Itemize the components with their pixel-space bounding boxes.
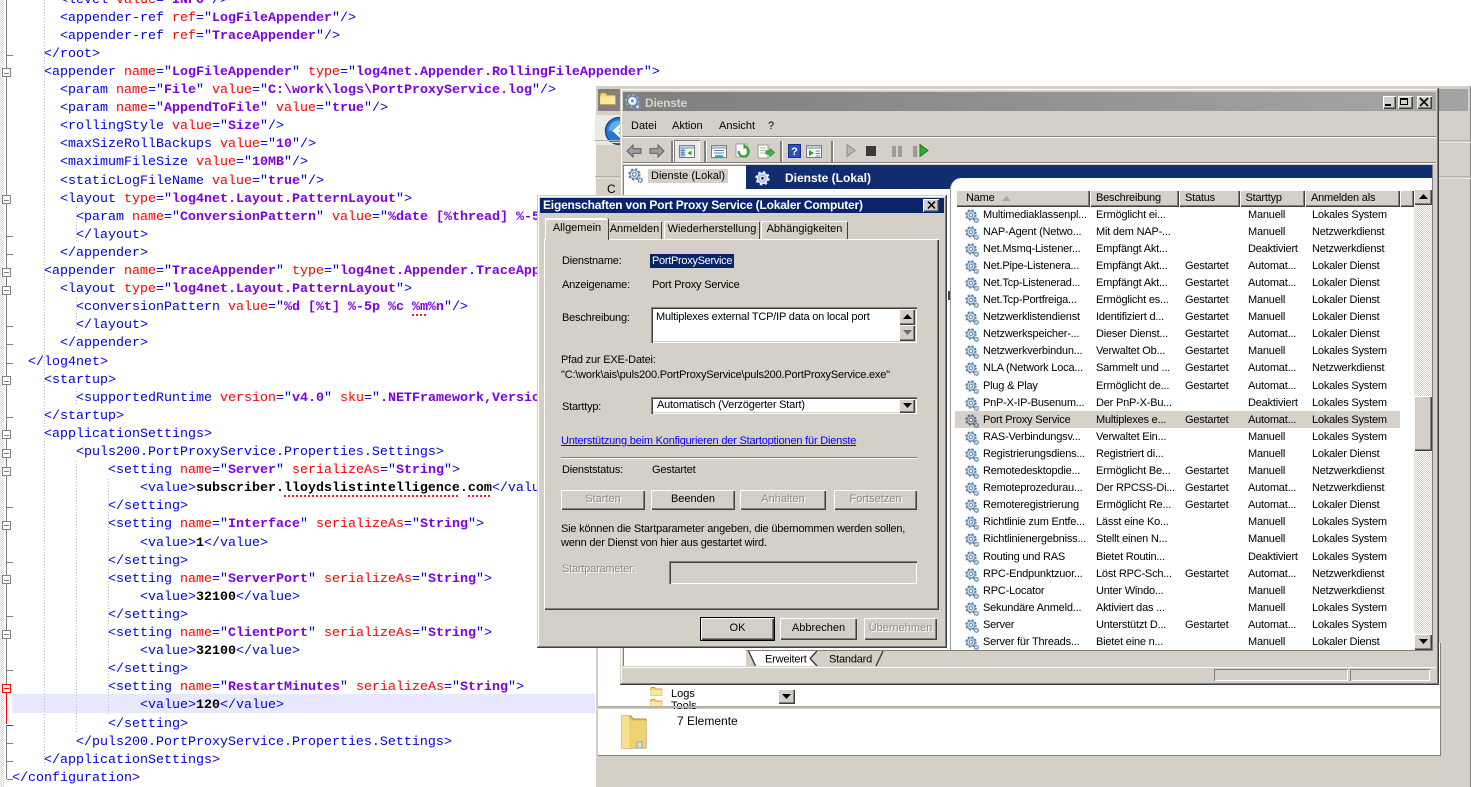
svg-text:Standard: Standard — [829, 654, 872, 666]
svg-text:Erweitert: Erweitert — [765, 654, 807, 666]
